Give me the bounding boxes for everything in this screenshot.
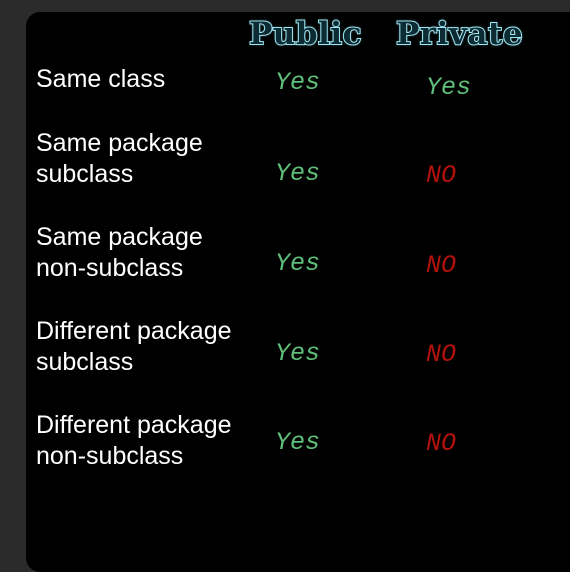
cell-private-same-package-subclass: NO <box>426 161 457 190</box>
row-label-same-package-subclass: Same package subclass <box>36 128 203 190</box>
row-label-line1: Same package <box>36 129 203 157</box>
cell-private-same-package-non-subclass: NO <box>426 251 457 280</box>
header-private: Private <box>395 15 524 53</box>
row-label-different-package-non-subclass: Different package non-subclass <box>36 410 232 472</box>
row-label-line1: Same package <box>36 223 203 251</box>
cell-private-same-class: Yes <box>426 73 472 102</box>
cell-public-different-package-non-subclass: Yes <box>275 428 321 457</box>
row-label-different-package-subclass: Different package subclass <box>36 316 232 378</box>
row-label-line2: non-subclass <box>36 442 184 470</box>
row-label-same-class: Same class <box>36 64 165 95</box>
cell-private-different-package-non-subclass: NO <box>426 429 457 458</box>
cell-public-same-package-non-subclass: Yes <box>275 249 321 278</box>
cell-private-different-package-subclass: NO <box>426 340 457 369</box>
cell-public-different-package-subclass: Yes <box>275 339 321 368</box>
row-label-line2: subclass <box>36 348 134 376</box>
row-label-line1: Different package <box>36 411 232 439</box>
cell-public-same-package-subclass: Yes <box>275 159 321 188</box>
header-public: Public <box>248 15 362 53</box>
row-label-line1: Same class <box>36 65 166 93</box>
row-label-line2: subclass <box>36 160 134 188</box>
row-label-line1: Different package <box>36 317 232 345</box>
cell-public-same-class: Yes <box>275 68 321 97</box>
row-label-line2: non-subclass <box>36 254 184 282</box>
row-label-same-package-non-subclass: Same package non-subclass <box>36 222 203 284</box>
